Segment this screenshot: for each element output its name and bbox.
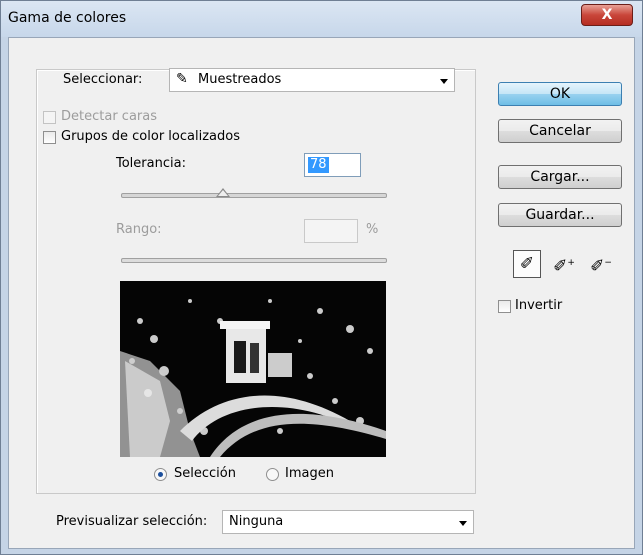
invert-label: Invertir bbox=[515, 298, 563, 313]
dialog-body: Seleccionar: ✎ Muestreados Detectar cara… bbox=[8, 37, 635, 549]
select-value: Muestreados bbox=[198, 72, 282, 87]
selection-preview[interactable] bbox=[120, 281, 386, 457]
view-selection-radio[interactable] bbox=[154, 468, 167, 481]
eyedropper-plus-icon[interactable]: ✐+ bbox=[550, 250, 578, 278]
localized-clusters-checkbox[interactable] bbox=[43, 131, 56, 144]
close-button[interactable]: X bbox=[581, 4, 633, 26]
eyedropper-minus-icon[interactable]: ✐− bbox=[587, 250, 615, 278]
tolerance-slider[interactable] bbox=[121, 193, 387, 198]
preview-image bbox=[120, 281, 386, 457]
range-slider[interactable] bbox=[121, 258, 387, 263]
view-image-label: Imagen bbox=[285, 466, 334, 481]
close-icon: X bbox=[601, 7, 613, 23]
range-unit: % bbox=[366, 222, 379, 237]
view-selection-label: Selección bbox=[174, 466, 236, 481]
view-image-radio[interactable] bbox=[266, 468, 279, 481]
ok-button[interactable]: OK bbox=[498, 82, 622, 106]
preview-select-value: Ninguna bbox=[229, 514, 284, 529]
window-title: Gama de colores bbox=[8, 10, 127, 26]
select-dropdown[interactable]: ✎ Muestreados bbox=[169, 68, 455, 92]
eyedropper-icon: ✎ bbox=[176, 71, 188, 87]
preview-select-label: Previsualizar selección: bbox=[56, 514, 208, 529]
tolerance-input[interactable]: 78 bbox=[304, 153, 361, 177]
save-button[interactable]: Guardar... bbox=[498, 203, 622, 227]
range-input[interactable] bbox=[304, 219, 358, 243]
range-label: Rango: bbox=[116, 222, 162, 237]
select-label: Seleccionar: bbox=[63, 72, 143, 87]
chevron-down-icon bbox=[459, 521, 467, 526]
localized-clusters-label: Grupos de color localizados bbox=[61, 129, 240, 144]
color-range-dialog: Gama de colores X Seleccionar: ✎ Muestre… bbox=[0, 0, 643, 555]
tolerance-label: Tolerancia: bbox=[116, 156, 186, 171]
title-bar[interactable]: Gama de colores X bbox=[1, 1, 642, 37]
eyedropper-icon[interactable]: ✐ bbox=[513, 250, 541, 278]
invert-checkbox[interactable] bbox=[498, 300, 511, 313]
detect-faces-label: Detectar caras bbox=[61, 109, 157, 124]
tolerance-slider-thumb[interactable] bbox=[216, 188, 230, 197]
cancel-button[interactable]: Cancelar bbox=[498, 119, 622, 143]
load-button[interactable]: Cargar... bbox=[498, 165, 622, 189]
chevron-down-icon bbox=[440, 79, 448, 84]
tolerance-value: 78 bbox=[308, 157, 329, 173]
preview-select-dropdown[interactable]: Ninguna bbox=[222, 510, 474, 534]
detect-faces-checkbox[interactable] bbox=[43, 111, 56, 124]
